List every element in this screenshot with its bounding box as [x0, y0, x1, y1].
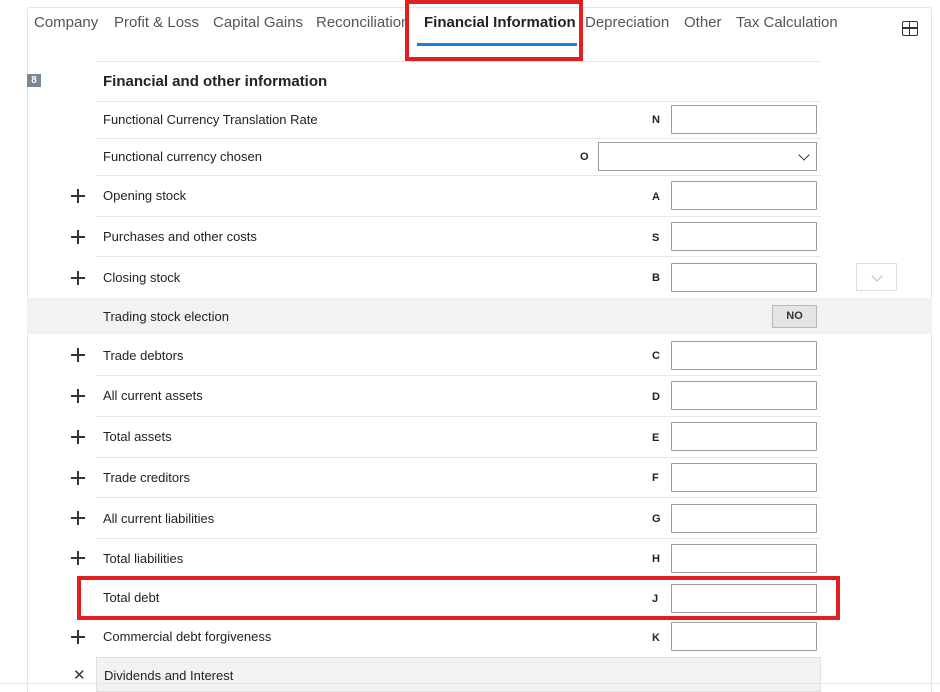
- divider: [96, 138, 821, 139]
- trading-stock-election-toggle[interactable]: NO: [772, 305, 817, 328]
- expand-trade-creditors-plus-icon[interactable]: [71, 471, 85, 485]
- trade-creditors-input[interactable]: [671, 463, 817, 492]
- debt-forgiveness-input[interactable]: [671, 622, 817, 651]
- tab-tax-calculation[interactable]: Tax Calculation: [736, 14, 838, 31]
- divider: [96, 101, 821, 102]
- field-code-a: A: [652, 191, 660, 203]
- tab-capital-gains[interactable]: Capital Gains: [213, 14, 303, 31]
- active-tab-indicator: [417, 43, 577, 46]
- tab-profit-loss[interactable]: Profit & Loss: [114, 14, 199, 31]
- expand-current-liabilities-plus-icon[interactable]: [71, 511, 85, 525]
- expand-closing-stock-plus-icon[interactable]: [71, 271, 85, 285]
- total-liabilities-input[interactable]: [671, 544, 817, 573]
- chevron-down-icon: [871, 270, 883, 282]
- field-code-b: B: [652, 272, 660, 284]
- divider: [96, 457, 821, 458]
- trading-stock-election-label: Trading stock election: [103, 309, 229, 324]
- current-assets-input[interactable]: [671, 381, 817, 410]
- expand-total-liabilities-plus-icon[interactable]: [71, 551, 85, 565]
- divider: [96, 416, 821, 417]
- expand-debt-forgiveness-plus-icon[interactable]: [71, 630, 85, 644]
- total-debt-input[interactable]: [671, 584, 817, 613]
- divider: [96, 578, 821, 579]
- tab-reconciliation[interactable]: Reconciliation: [316, 14, 408, 31]
- closing-stock-input[interactable]: [671, 263, 817, 292]
- field-code-n: N: [652, 114, 660, 126]
- field-code-d: D: [652, 391, 660, 403]
- collapse-close-icon[interactable]: ✕: [73, 668, 86, 683]
- tab-financial-information[interactable]: Financial Information: [424, 14, 576, 31]
- total-assets-input[interactable]: [671, 422, 817, 451]
- divider: [0, 683, 940, 684]
- tab-depreciation[interactable]: Depreciation: [585, 14, 669, 31]
- field-code-f: F: [652, 472, 659, 484]
- field-code-j: J: [652, 593, 659, 605]
- expand-current-assets-plus-icon[interactable]: [71, 389, 85, 403]
- debt-forgiveness-label: Commercial debt forgiveness: [103, 629, 272, 644]
- divider: [96, 175, 821, 176]
- divider: [96, 61, 821, 62]
- opening-stock-label: Opening stock: [103, 188, 187, 203]
- expand-opening-stock-plus-icon[interactable]: [71, 189, 85, 203]
- field-code-c: C: [652, 350, 660, 362]
- total-assets-label: Total assets: [103, 429, 172, 444]
- opening-stock-input[interactable]: [671, 181, 817, 210]
- functional-currency-select[interactable]: [598, 142, 817, 171]
- functional-currency-label: Functional currency chosen: [103, 149, 262, 164]
- total-liabilities-label: Total liabilities: [103, 551, 184, 566]
- expand-total-assets-plus-icon[interactable]: [71, 430, 85, 444]
- field-code-g: G: [652, 513, 661, 525]
- current-liabilities-label: All current liabilities: [103, 511, 215, 526]
- field-code-k: K: [652, 632, 660, 644]
- field-code-e: E: [652, 432, 660, 444]
- divider: [96, 497, 821, 498]
- grid-layout-icon[interactable]: [902, 21, 918, 36]
- field-code-h: H: [652, 553, 660, 565]
- tab-company[interactable]: Company: [34, 14, 98, 31]
- divider: [96, 375, 821, 376]
- divider: [96, 256, 821, 257]
- section-number-badge: 8: [27, 74, 41, 87]
- divider: [96, 216, 821, 217]
- purchases-label: Purchases and other costs: [103, 229, 257, 244]
- section-title: Financial and other information: [103, 73, 328, 90]
- purchases-input[interactable]: [671, 222, 817, 251]
- current-liabilities-input[interactable]: [671, 504, 817, 533]
- divider: [96, 538, 821, 539]
- total-debt-label: Total debt: [103, 590, 160, 605]
- dividends-interest-label: Dividends and Interest: [104, 668, 234, 683]
- trade-debtors-input[interactable]: [671, 341, 817, 370]
- tab-other[interactable]: Other: [684, 14, 722, 31]
- current-assets-label: All current assets: [103, 388, 203, 403]
- closing-stock-label: Closing stock: [103, 270, 181, 285]
- chevron-down-icon: [798, 149, 810, 161]
- functional-rate-label: Functional Currency Translation Rate: [103, 112, 318, 127]
- trade-debtors-label: Trade debtors: [103, 348, 184, 363]
- divider: [96, 617, 821, 618]
- field-code-o: O: [580, 151, 589, 163]
- functional-rate-input[interactable]: [671, 105, 817, 134]
- trade-creditors-label: Trade creditors: [103, 470, 190, 485]
- field-code-s: S: [652, 232, 660, 244]
- expand-purchases-plus-icon[interactable]: [71, 230, 85, 244]
- expand-trade-debtors-plus-icon[interactable]: [71, 348, 85, 362]
- closing-stock-method-select[interactable]: [856, 263, 897, 291]
